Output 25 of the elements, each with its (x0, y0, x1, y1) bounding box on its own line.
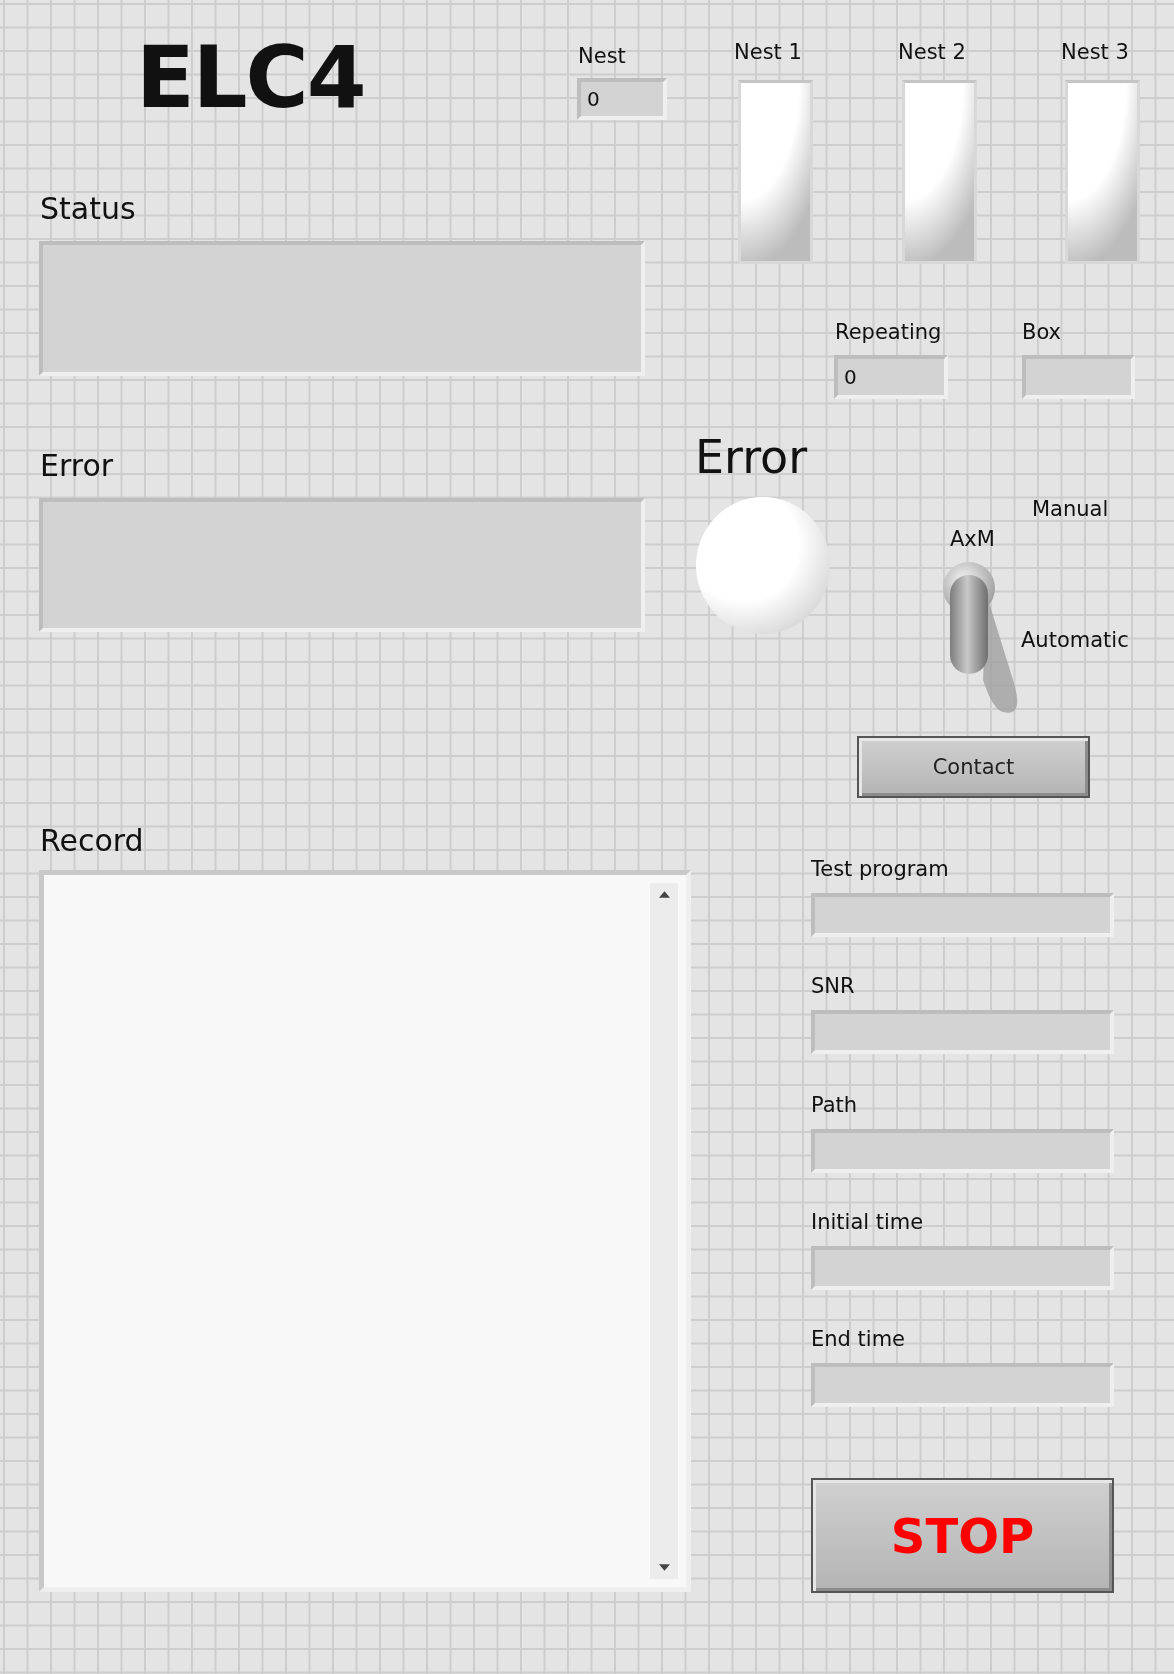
field-label: SNR (811, 974, 855, 1000)
field-label: Test program (811, 857, 949, 883)
field-label: Nest (578, 44, 626, 70)
scroll-down-icon[interactable] (658, 1564, 670, 1571)
led-label: Nest 2 (898, 40, 966, 66)
numeric-field[interactable]: 0 (577, 78, 667, 120)
led-label: Nest 3 (1061, 40, 1129, 66)
field-label: Repeating (835, 320, 942, 346)
scroll-up-icon[interactable] (658, 891, 670, 898)
field-label: Path (811, 1093, 858, 1119)
led-label: Error (695, 430, 808, 486)
panel-title: ELC4 (136, 34, 365, 120)
numeric-field[interactable]: 0 (834, 355, 948, 399)
field-label: Record (40, 823, 144, 859)
field-label: Box (1022, 320, 1062, 346)
field-label: End time (811, 1327, 906, 1353)
switch-label: Manual (1032, 497, 1109, 523)
led-label: Nest 1 (734, 40, 802, 66)
field-label: Status (40, 191, 136, 227)
switch-label: AxM (950, 527, 995, 553)
field-label: Initial time (811, 1210, 924, 1236)
contact-button[interactable]: Contact (857, 736, 1090, 798)
scrollbar[interactable] (650, 883, 678, 1579)
field-label: Error (40, 448, 114, 484)
switch-label: Automatic (1021, 628, 1129, 654)
